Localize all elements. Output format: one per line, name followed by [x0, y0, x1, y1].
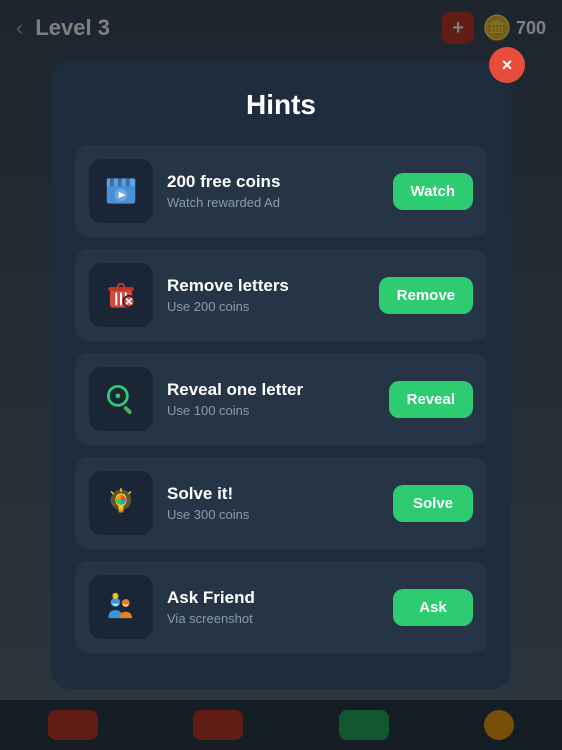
hint-text-remove: Remove letters Use 200 coins [167, 276, 365, 314]
hint-desc-ask-friend: Via screenshot [167, 611, 379, 626]
hint-row-remove-letters: Remove letters Use 200 coins Remove [75, 249, 487, 341]
hint-row-free-coins: 200 free coins Watch rewarded Ad Watch [75, 145, 487, 237]
bulb-icon [89, 471, 153, 535]
remove-button[interactable]: Remove [379, 277, 473, 314]
hint-name-solve: Solve it! [167, 484, 379, 504]
reveal-button[interactable]: Reveal [389, 381, 473, 418]
hint-row-ask-friend: Ask Friend Via screenshot Ask [75, 561, 487, 653]
hint-desc-reveal: Use 100 coins [167, 403, 375, 418]
friend-icon [89, 575, 153, 639]
hint-desc-remove: Use 200 coins [167, 299, 365, 314]
hint-name-free-coins: 200 free coins [167, 172, 379, 192]
hint-text-solve: Solve it! Use 300 coins [167, 484, 379, 522]
hint-name-reveal: Reveal one letter [167, 380, 375, 400]
clapboard-icon [89, 159, 153, 223]
hint-name-remove: Remove letters [167, 276, 365, 296]
hints-modal: × Hints [51, 61, 511, 689]
hint-text-reveal: Reveal one letter Use 100 coins [167, 380, 375, 418]
hint-row-reveal: Reveal one letter Use 100 coins Reveal [75, 353, 487, 445]
magnify-icon [89, 367, 153, 431]
remove-letters-icon [89, 263, 153, 327]
hint-row-solve: Solve it! Use 300 coins Solve [75, 457, 487, 549]
modal-overlay: × Hints [0, 0, 562, 750]
game-background: ‹ Level 3 + 🪙 700 × Hints [0, 0, 562, 750]
hint-text-ask-friend: Ask Friend Via screenshot [167, 588, 379, 626]
ask-button[interactable]: Ask [393, 589, 473, 626]
modal-title: Hints [75, 89, 487, 121]
watch-button[interactable]: Watch [393, 173, 473, 210]
hint-name-ask-friend: Ask Friend [167, 588, 379, 608]
hint-desc-free-coins: Watch rewarded Ad [167, 195, 379, 210]
close-button[interactable]: × [489, 47, 525, 83]
hint-desc-solve: Use 300 coins [167, 507, 379, 522]
solve-button[interactable]: Solve [393, 485, 473, 522]
hint-text-free-coins: 200 free coins Watch rewarded Ad [167, 172, 379, 210]
